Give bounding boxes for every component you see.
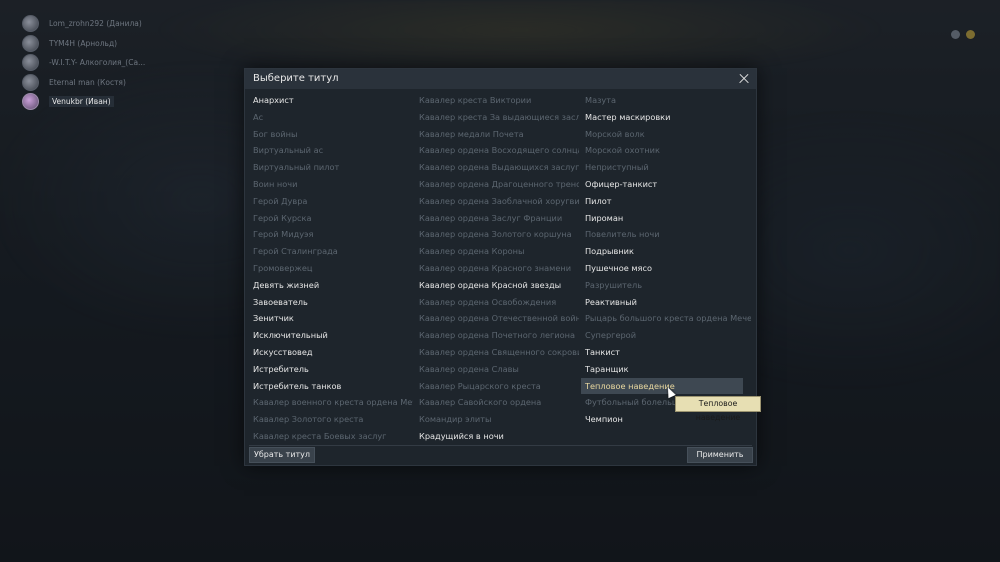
remove-title-button[interactable]: Убрать титул (249, 447, 315, 463)
currency-icon (966, 29, 975, 39)
title-item[interactable]: Зенитчик (249, 310, 413, 327)
title-item[interactable]: Пилот (581, 193, 751, 210)
title-item[interactable]: Завоеватель (249, 294, 413, 311)
title-item[interactable]: Повелитель ночи (581, 226, 751, 243)
squad-member-name: Lom_zrohn292 (Данила) (49, 19, 142, 29)
title-item-hovered[interactable]: Тепловое наведение (581, 377, 743, 395)
avatar (22, 15, 39, 33)
avatar (22, 73, 39, 91)
title-item[interactable]: Командир элиты (415, 411, 579, 428)
titles-column-1: Анархист Ас Бог войны Виртуальный ас Виртуал… (249, 92, 413, 445)
title-item[interactable]: Кавалер ордена Освобождения (415, 294, 579, 311)
title-item[interactable]: Кавалер ордена Восходящего солнца (415, 142, 579, 159)
squad-member-name: Venukbr (Иван) (49, 96, 114, 108)
title-item[interactable]: Кавалер ордена Драгоценного треножника (415, 176, 579, 193)
title-item[interactable]: Мастер маскировки (581, 109, 751, 126)
title-item[interactable]: Девять жизней (249, 277, 413, 294)
title-item[interactable]: Мазута (581, 92, 751, 109)
title-item[interactable]: Кавалер ордена Красной звезды (415, 277, 579, 294)
squad-member-name: Eternal man (Костя) (49, 77, 126, 87)
squad-member[interactable]: TYM4H (Арнольд) (22, 34, 222, 54)
top-right-status (905, 28, 975, 40)
title-item[interactable]: Исключительный (249, 327, 413, 344)
title-item[interactable]: Кавалер Рыцарского креста (415, 378, 579, 395)
title-item[interactable]: Воин ночи (249, 176, 413, 193)
title-item[interactable]: Кавалер Золотого креста (249, 411, 413, 428)
avatar (22, 34, 39, 52)
title-item[interactable]: Пироман (581, 210, 751, 227)
title-item[interactable]: Истребитель танков (249, 378, 413, 395)
title-item[interactable]: Таранщик (581, 361, 751, 378)
title-item[interactable]: Бог войны (249, 126, 413, 143)
title-item[interactable]: Кавалер военного креста ордена Мечей (249, 394, 413, 411)
title-item[interactable]: Герой Сталинграда (249, 243, 413, 260)
title-item[interactable]: Неприступный (581, 159, 751, 176)
title-item[interactable]: Кавалер ордена Отечественной войны (415, 310, 579, 327)
title-item[interactable]: Кавалер креста За выдающиеся заслуги (415, 109, 579, 126)
dialog-title: Выберите титул (253, 73, 339, 84)
dialog-header: Выберите титул (245, 69, 756, 89)
title-item[interactable]: Офицер-танкист (581, 176, 751, 193)
title-item[interactable]: Герой Курска (249, 210, 413, 227)
tooltip: Тепловое наведение (675, 396, 761, 422)
title-item[interactable]: Кавалер ордена Заоблачной хоругви (415, 193, 579, 210)
title-item[interactable]: Кавалер ордена Золотого коршуна (415, 226, 579, 243)
titles-column-2: Кавалер креста Виктории Кавалер креста За… (415, 92, 579, 445)
squad-member-current[interactable]: Venukbr (Иван) (22, 92, 222, 112)
titles-column-3: Мазута Мастер маскировки Морской волк Морск… (581, 92, 751, 428)
title-item[interactable]: Кавалер ордена Заслуг Франции (415, 210, 579, 227)
title-item[interactable]: Виртуальный пилот (249, 159, 413, 176)
title-item[interactable]: Искусствовед (249, 344, 413, 361)
title-item[interactable]: Кавалер ордена Короны (415, 243, 579, 260)
title-item[interactable]: Морской охотник (581, 142, 751, 159)
title-item[interactable]: Кавалер медали Почета (415, 126, 579, 143)
title-item[interactable]: Реактивный (581, 294, 751, 311)
title-item[interactable]: Кавалер ордена Красного знамени (415, 260, 579, 277)
title-item[interactable]: Виртуальный ас (249, 142, 413, 159)
apply-button[interactable]: Применить (687, 447, 753, 463)
avatar (22, 54, 39, 72)
title-item[interactable]: Ас (249, 109, 413, 126)
title-item[interactable]: Анархист (249, 92, 413, 109)
squad-list: Lom_zrohn292 (Данила) TYM4H (Арнольд) -W… (22, 14, 222, 112)
title-item[interactable]: Крадущийся в ночи (415, 428, 579, 445)
title-item[interactable]: Кавалер креста Боевых заслуг (249, 428, 413, 445)
title-item[interactable]: Истребитель (249, 361, 413, 378)
title-item[interactable]: Кавалер ордена Почетного легиона (415, 327, 579, 344)
squad-member-name: -W.I.T.Y- Алкоголия_(Са... (49, 58, 146, 68)
squad-member[interactable]: Lom_zrohn292 (Данила) (22, 14, 222, 34)
title-item[interactable]: Кавалер Савойского ордена (415, 394, 579, 411)
title-item[interactable]: Рыцарь большого креста ордена Мечей (581, 310, 751, 327)
title-item[interactable]: Танкист (581, 344, 751, 361)
title-item[interactable]: Разрушитель (581, 277, 751, 294)
close-icon[interactable] (736, 70, 752, 87)
dialog-divider (249, 445, 752, 446)
title-item[interactable]: Громовержец (249, 260, 413, 277)
title-item[interactable]: Кавалер ордена Священного сокровища (415, 344, 579, 361)
squad-member[interactable]: -W.I.T.Y- Алкоголия_(Са... (22, 53, 222, 73)
title-item[interactable]: Герой Мидуэя (249, 226, 413, 243)
title-item[interactable]: Пушечное мясо (581, 260, 751, 277)
status-dot-icon (951, 29, 960, 39)
title-item[interactable]: Кавалер ордена Выдающихся заслуг (415, 159, 579, 176)
title-item[interactable]: Морской волк (581, 126, 751, 143)
title-item[interactable]: Подрывник (581, 243, 751, 260)
avatar (22, 93, 39, 111)
title-item[interactable]: Кавалер креста Виктории (415, 92, 579, 109)
title-item[interactable]: Герой Дувра (249, 193, 413, 210)
title-item[interactable]: Кавалер ордена Славы (415, 361, 579, 378)
squad-member-name: TYM4H (Арнольд) (49, 38, 118, 48)
title-item[interactable]: Супергерой (581, 327, 751, 344)
squad-member[interactable]: Eternal man (Костя) (22, 73, 222, 93)
